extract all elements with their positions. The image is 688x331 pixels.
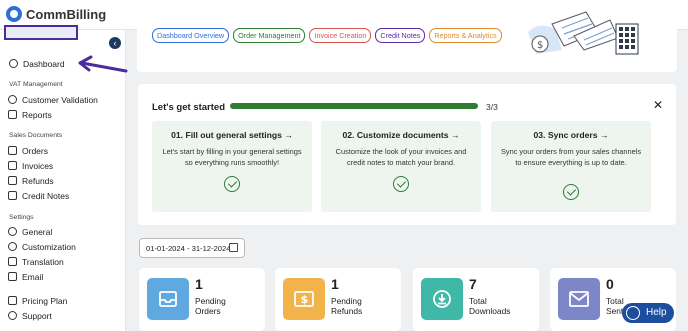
download-icon (421, 278, 463, 320)
sidebar-item-label: Translation (22, 256, 64, 267)
sidebar-item-label: Credit Notes (22, 190, 70, 201)
help-button[interactable]: Help (622, 303, 674, 323)
annotation-arrow-icon (78, 55, 128, 73)
sidebar-item-label: Support (22, 310, 52, 321)
app-name: CommBilling (26, 6, 107, 22)
pill-credit-notes[interactable]: Credit Notes (375, 28, 426, 43)
section-sales-documents: Sales Documents (9, 132, 63, 139)
check-circle-icon (563, 184, 579, 200)
palette-icon (8, 242, 17, 251)
svg-text:$: $ (301, 293, 309, 306)
billing-illustration-icon: $ (528, 11, 639, 55)
sidebar-item-label: General (22, 226, 53, 237)
pill-invoice-creation[interactable]: Invoice Creation (309, 28, 372, 43)
sidebar-item-general[interactable]: General (8, 225, 52, 238)
mail-icon (8, 272, 17, 281)
step-description: Sync your orders from your sales channel… (500, 147, 642, 167)
sidebar-item-label: Email (22, 271, 44, 282)
sidebar-item-label: Refunds (22, 175, 54, 186)
date-range-value: 01-01-2024 - 31-12-2024 (146, 244, 231, 253)
calendar-icon (229, 243, 238, 252)
sidebar-item-label: Reports (22, 109, 52, 120)
user-check-icon (8, 95, 17, 104)
stat-card-pending-refunds[interactable]: $ 1 Pending Refunds (275, 268, 401, 331)
step-description: Customize the look of your invoices and … (335, 147, 467, 167)
inbox-icon (147, 278, 189, 320)
sidebar-item-reports[interactable]: Reports (8, 108, 52, 121)
sidebar-item-refunds[interactable]: Refunds (8, 174, 54, 187)
pill-reports-analytics[interactable]: Reports & Analytics (429, 28, 502, 43)
stat-label: Total Downloads (469, 296, 511, 316)
sidebar-item-orders[interactable]: Orders (8, 144, 48, 157)
invoice-icon (8, 161, 17, 170)
sidebar-item-label: Invoices (22, 160, 54, 171)
pill-dashboard-overview[interactable]: Dashboard Overview (152, 28, 230, 43)
stat-card-pending-orders[interactable]: 1 Pending Orders (139, 268, 265, 331)
step-title: 03. Sync orders → (533, 130, 609, 140)
step-description: Let's start by filling in your general s… (162, 147, 302, 167)
mail-check-icon (558, 278, 600, 320)
credit-note-icon (8, 191, 17, 200)
section-settings: Settings (9, 214, 34, 221)
stat-value: 1 (331, 276, 339, 292)
stat-card-total-downloads[interactable]: 7 Total Downloads (413, 268, 539, 331)
sidebar-item-dashboard[interactable]: Dashboard (9, 57, 65, 70)
feature-pills: Dashboard Overview Order Management Invo… (152, 28, 502, 43)
translate-icon (8, 257, 17, 266)
sidebar-item-invoices[interactable]: Invoices (8, 159, 53, 172)
sidebar-item-label: Customer Validation (22, 94, 98, 105)
check-circle-icon (393, 176, 409, 192)
app-logo[interactable]: CommBilling (6, 6, 106, 22)
setup-progress-bar (230, 103, 478, 109)
sidebar-item-email[interactable]: Email (8, 270, 43, 283)
sidebar-item-customization[interactable]: Customization (8, 240, 76, 253)
sidebar-item-label: Dashboard (23, 58, 65, 69)
dollar-icon: $ (283, 278, 325, 320)
support-icon (8, 311, 17, 320)
refund-icon (8, 176, 17, 185)
logo-icon (6, 6, 22, 22)
stat-value: 7 (469, 276, 477, 292)
step-title: 02. Customize documents → (342, 130, 460, 140)
check-circle-icon (224, 176, 240, 192)
svg-text:$: $ (537, 40, 543, 51)
active-nav-highlight (4, 25, 78, 40)
step-title: 01. Fill out general settings → (171, 130, 293, 140)
getting-started-title: Let's get started (152, 102, 225, 113)
stat-value: 0 (606, 276, 614, 292)
chat-icon (626, 306, 640, 320)
setup-progress-count: 3/3 (486, 102, 498, 112)
report-icon (8, 110, 17, 119)
sidebar-item-translation[interactable]: Translation (8, 255, 64, 268)
stat-value: 1 (195, 276, 203, 292)
step-card-customize-documents[interactable]: 02. Customize documents → Customize the … (321, 121, 481, 212)
step-card-general-settings[interactable]: 01. Fill out general settings → Let's st… (152, 121, 312, 212)
dashboard-icon (9, 59, 18, 68)
gear-icon (8, 227, 17, 236)
date-range-picker[interactable]: 01-01-2024 - 31-12-2024 (139, 238, 245, 258)
collapse-sidebar-button[interactable]: ‹ (109, 37, 121, 49)
help-label: Help (646, 307, 667, 318)
stat-label: Pending Refunds (331, 296, 363, 316)
pill-order-management[interactable]: Order Management (233, 28, 306, 43)
step-card-sync-orders[interactable]: 03. Sync orders → Sync your orders from … (491, 121, 651, 212)
sidebar-item-label: Customization (22, 241, 76, 252)
sidebar-item-support[interactable]: Support (8, 309, 52, 322)
section-vat-management: VAT Management (9, 81, 63, 88)
cart-icon (8, 146, 17, 155)
sidebar-item-label: Orders (22, 145, 48, 156)
setup-progress-fill (230, 103, 478, 109)
sidebar-item-customer-validation[interactable]: Customer Validation (8, 93, 98, 106)
sidebar-item-label: Pricing Plan (22, 295, 68, 306)
stat-label: Pending Orders (195, 296, 226, 316)
sidebar-item-pricing-plan[interactable]: Pricing Plan (8, 294, 67, 307)
sidebar-item-credit-notes[interactable]: Credit Notes (8, 189, 69, 202)
close-icon[interactable]: ✕ (653, 98, 663, 112)
tag-icon (8, 296, 17, 305)
